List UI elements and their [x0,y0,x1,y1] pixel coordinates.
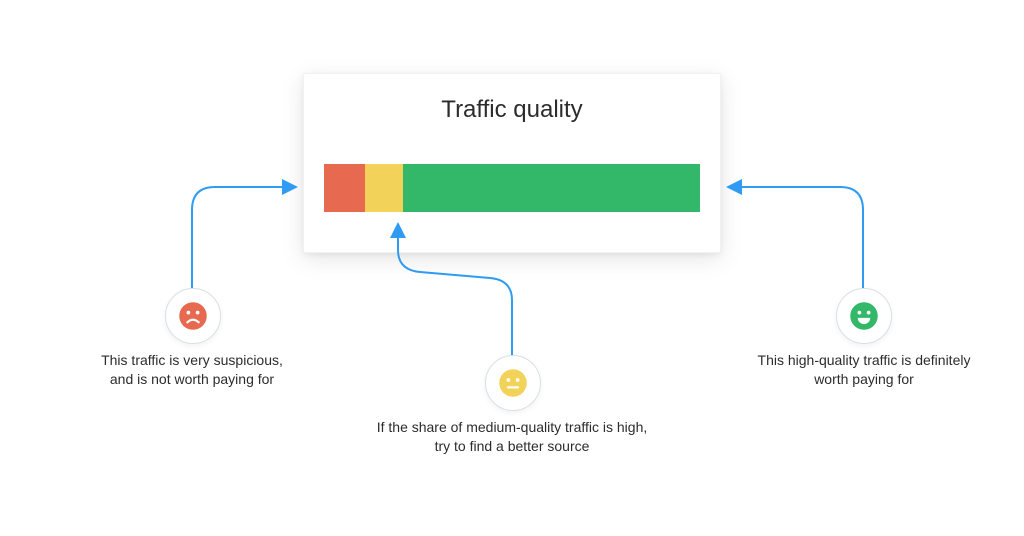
low-quality-caption: This traffic is very suspicious,and is n… [64,351,320,389]
happy-face-icon [849,301,879,331]
high-quality-caption: This high-quality traffic is definitelyw… [744,351,984,389]
neutral-face-icon [498,368,528,398]
sad-face-icon [178,301,208,331]
segment-low-quality [324,164,365,212]
arrow-to-low-segment [192,187,294,288]
segment-high-quality [403,164,700,212]
card-title: Traffic quality [304,96,720,124]
medium-quality-caption: If the share of medium-quality traffic i… [352,418,672,456]
arrow-to-high-segment [730,187,863,288]
low-quality-badge [165,288,221,344]
high-quality-badge [836,288,892,344]
segment-medium-quality [365,164,403,212]
medium-quality-badge [485,355,541,411]
traffic-quality-card: Traffic quality [303,73,721,253]
quality-bar [324,164,700,212]
